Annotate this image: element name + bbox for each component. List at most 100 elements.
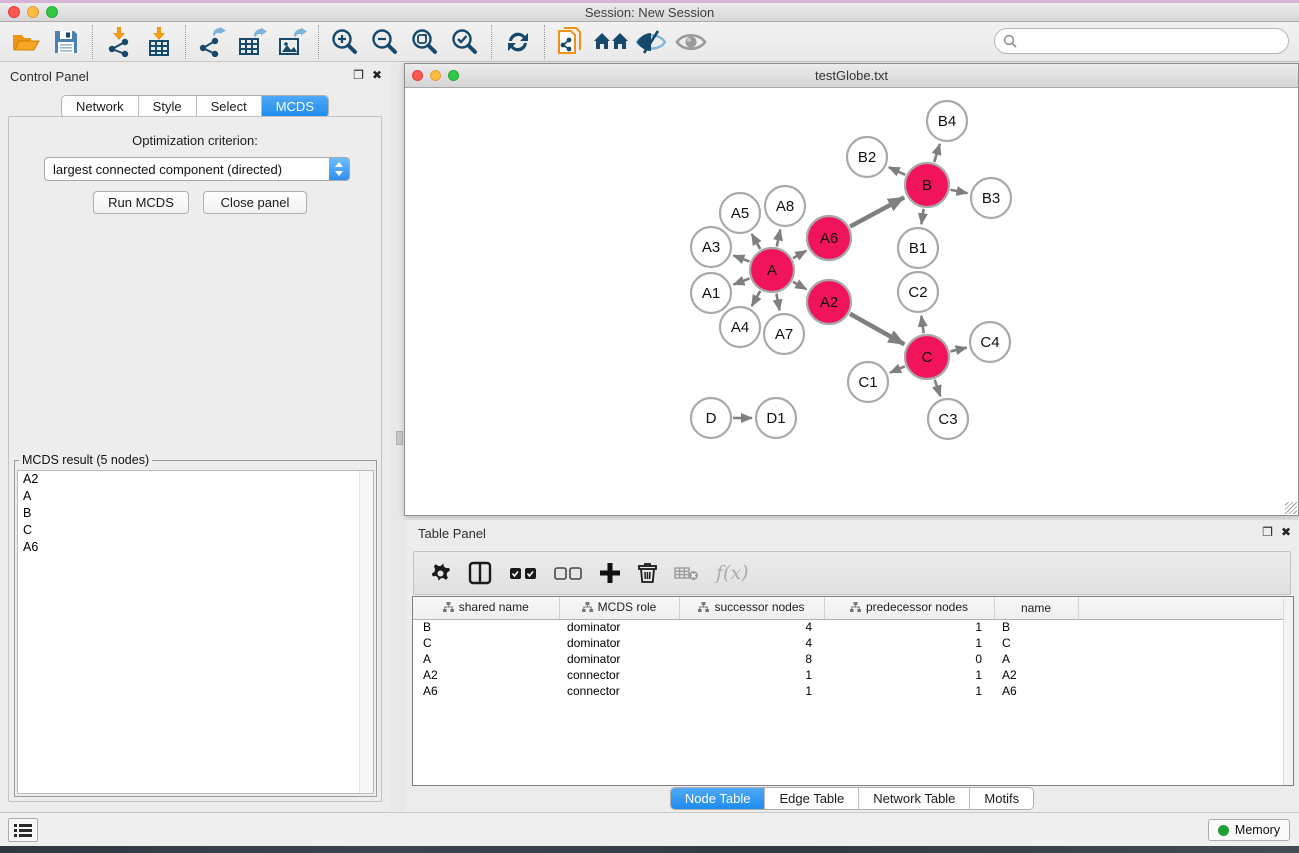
graph-node-A7[interactable]: A7 [764,314,804,354]
graph-node-C1[interactable]: C1 [848,362,888,402]
home-icon[interactable] [591,24,631,60]
delete-columns-icon[interactable] [638,562,657,584]
graph-node-C3[interactable]: C3 [928,399,968,439]
panel-splitter-grip[interactable] [396,431,403,445]
table-row[interactable]: A6connector11A6 [413,683,1293,699]
column-header-mcds-role[interactable]: MCDS role [559,597,679,619]
network-window-titlebar[interactable]: testGlobe.txt [405,64,1298,88]
zoom-in-icon[interactable] [325,24,365,60]
zoom-fit-icon[interactable] [405,24,445,60]
graph-edge-A-A8[interactable] [777,230,780,247]
new-session-from-network-icon[interactable] [551,24,591,60]
graph-edge-B-B3[interactable] [951,190,968,193]
graph-node-D[interactable]: D [691,398,731,438]
graph-node-B4[interactable]: B4 [927,101,967,141]
zoom-selected-icon[interactable] [445,24,485,60]
export-network-icon[interactable] [192,24,232,60]
column-header-name[interactable]: name [994,597,1078,619]
tab-network-table[interactable]: Network Table [859,788,970,809]
table-row[interactable]: Adominator80A [413,651,1293,667]
graph-node-A1[interactable]: A1 [691,273,731,313]
save-icon[interactable] [46,24,86,60]
result-item[interactable]: B [18,505,373,522]
tab-select[interactable]: Select [197,96,262,117]
show-columns-icon[interactable] [468,561,492,585]
graph-edge-C-C3[interactable] [935,380,941,397]
result-item[interactable]: A [18,488,373,505]
column-header-successor-nodes[interactable]: successor nodes [679,597,824,619]
graph-edge-A6-B[interactable] [850,197,904,226]
import-table-icon[interactable] [139,24,179,60]
mcds-result-list[interactable]: A2ABCA6 [17,470,374,794]
graph-node-C[interactable]: C [905,335,949,379]
table-row[interactable]: A2connector11A2 [413,667,1293,683]
graph-node-A6[interactable]: A6 [807,216,851,260]
select-all-checkboxes-icon[interactable] [509,567,537,580]
result-item[interactable]: C [18,522,373,539]
search-input[interactable] [1021,34,1288,49]
graph-edge-A-A7[interactable] [776,294,779,311]
float-panel-icon[interactable]: ❐ [1262,525,1273,539]
criterion-dropdown[interactable]: largest connected component (directed) [44,157,350,181]
function-builder-icon[interactable]: f(x) [716,562,749,584]
run-mcds-button[interactable]: Run MCDS [93,191,189,214]
network-canvas[interactable]: B4 B2 B B3 A5A8A6 A3 B1 A A1 C2 A2 A4A7 C4 C C1 C3 D D1 [406,89,1297,515]
export-table-icon[interactable] [232,24,272,60]
tab-style[interactable]: Style [139,96,197,117]
graph-node-B2[interactable]: B2 [847,137,887,177]
network-view-window[interactable]: testGlobe.txt B4 B2 B B3 A5A8A6 A3 B1 A A1 C2 A2 A4… [404,63,1299,516]
table-row[interactable]: Bdominator41B [413,619,1293,635]
close-panel-icon[interactable]: ✖ [372,68,382,82]
tab-motifs[interactable]: Motifs [970,788,1033,809]
graph-edge-A-A6[interactable] [793,251,806,259]
graph-node-B3[interactable]: B3 [971,178,1011,218]
delete-table-icon[interactable] [674,565,699,581]
import-network-icon[interactable] [99,24,139,60]
graph-node-D1[interactable]: D1 [756,398,796,438]
open-folder-icon[interactable] [6,24,46,60]
graph-node-A[interactable]: A [750,248,794,292]
hide-graphics-details-icon[interactable] [631,24,671,60]
graph-edge-A-A1[interactable] [733,278,749,284]
graph-edge-B-B4[interactable] [934,144,940,162]
graph-edge-C-C2[interactable] [921,316,923,333]
graph-node-C4[interactable]: C4 [970,322,1010,362]
float-panel-icon[interactable]: ❐ [353,68,364,82]
column-header-predecessor-nodes[interactable]: predecessor nodes [824,597,994,619]
graph-node-A3[interactable]: A3 [691,227,731,267]
add-column-icon[interactable] [599,562,621,584]
graph-node-A4[interactable]: A4 [720,307,760,347]
graph-node-A5[interactable]: A5 [720,193,760,233]
graph-node-C2[interactable]: C2 [898,272,938,312]
settings-gear-icon[interactable] [430,563,451,584]
graph-edge-A-A5[interactable] [752,234,761,249]
task-history-button[interactable] [8,818,38,842]
memory-button[interactable]: Memory [1208,819,1290,841]
graph-node-B[interactable]: B [905,163,949,207]
table-scrollbar[interactable] [1283,597,1293,785]
result-scrollbar[interactable] [359,471,373,793]
result-item[interactable]: A2 [18,471,373,488]
graph-edge-A-A4[interactable] [752,291,761,306]
export-image-icon[interactable] [272,24,312,60]
search-field[interactable] [994,28,1289,54]
table-row[interactable]: Cdominator41C [413,635,1293,651]
column-header-shared-name[interactable]: shared name [413,597,559,619]
tab-node-table[interactable]: Node Table [671,788,766,809]
window-resize-handle[interactable] [1285,502,1297,514]
tab-mcds[interactable]: MCDS [262,96,328,117]
graph-node-B1[interactable]: B1 [898,228,938,268]
graph-edge-C-C1[interactable] [890,366,905,372]
close-panel-icon[interactable]: ✖ [1281,525,1291,539]
graph-edge-B-B2[interactable] [889,167,906,175]
graph-node-A2[interactable]: A2 [807,280,851,324]
deselect-all-checkboxes-icon[interactable] [554,567,582,580]
graph-edge-A-A3[interactable] [733,255,749,261]
show-graphics-details-icon[interactable] [671,24,711,60]
graph-edge-B-B1[interactable] [921,209,923,224]
graph-node-A8[interactable]: A8 [765,186,805,226]
tab-edge-table[interactable]: Edge Table [765,788,859,809]
graph-edge-C-C4[interactable] [950,348,966,352]
tab-network[interactable]: Network [62,96,139,117]
graph-edge-A2-C[interactable] [850,314,904,345]
